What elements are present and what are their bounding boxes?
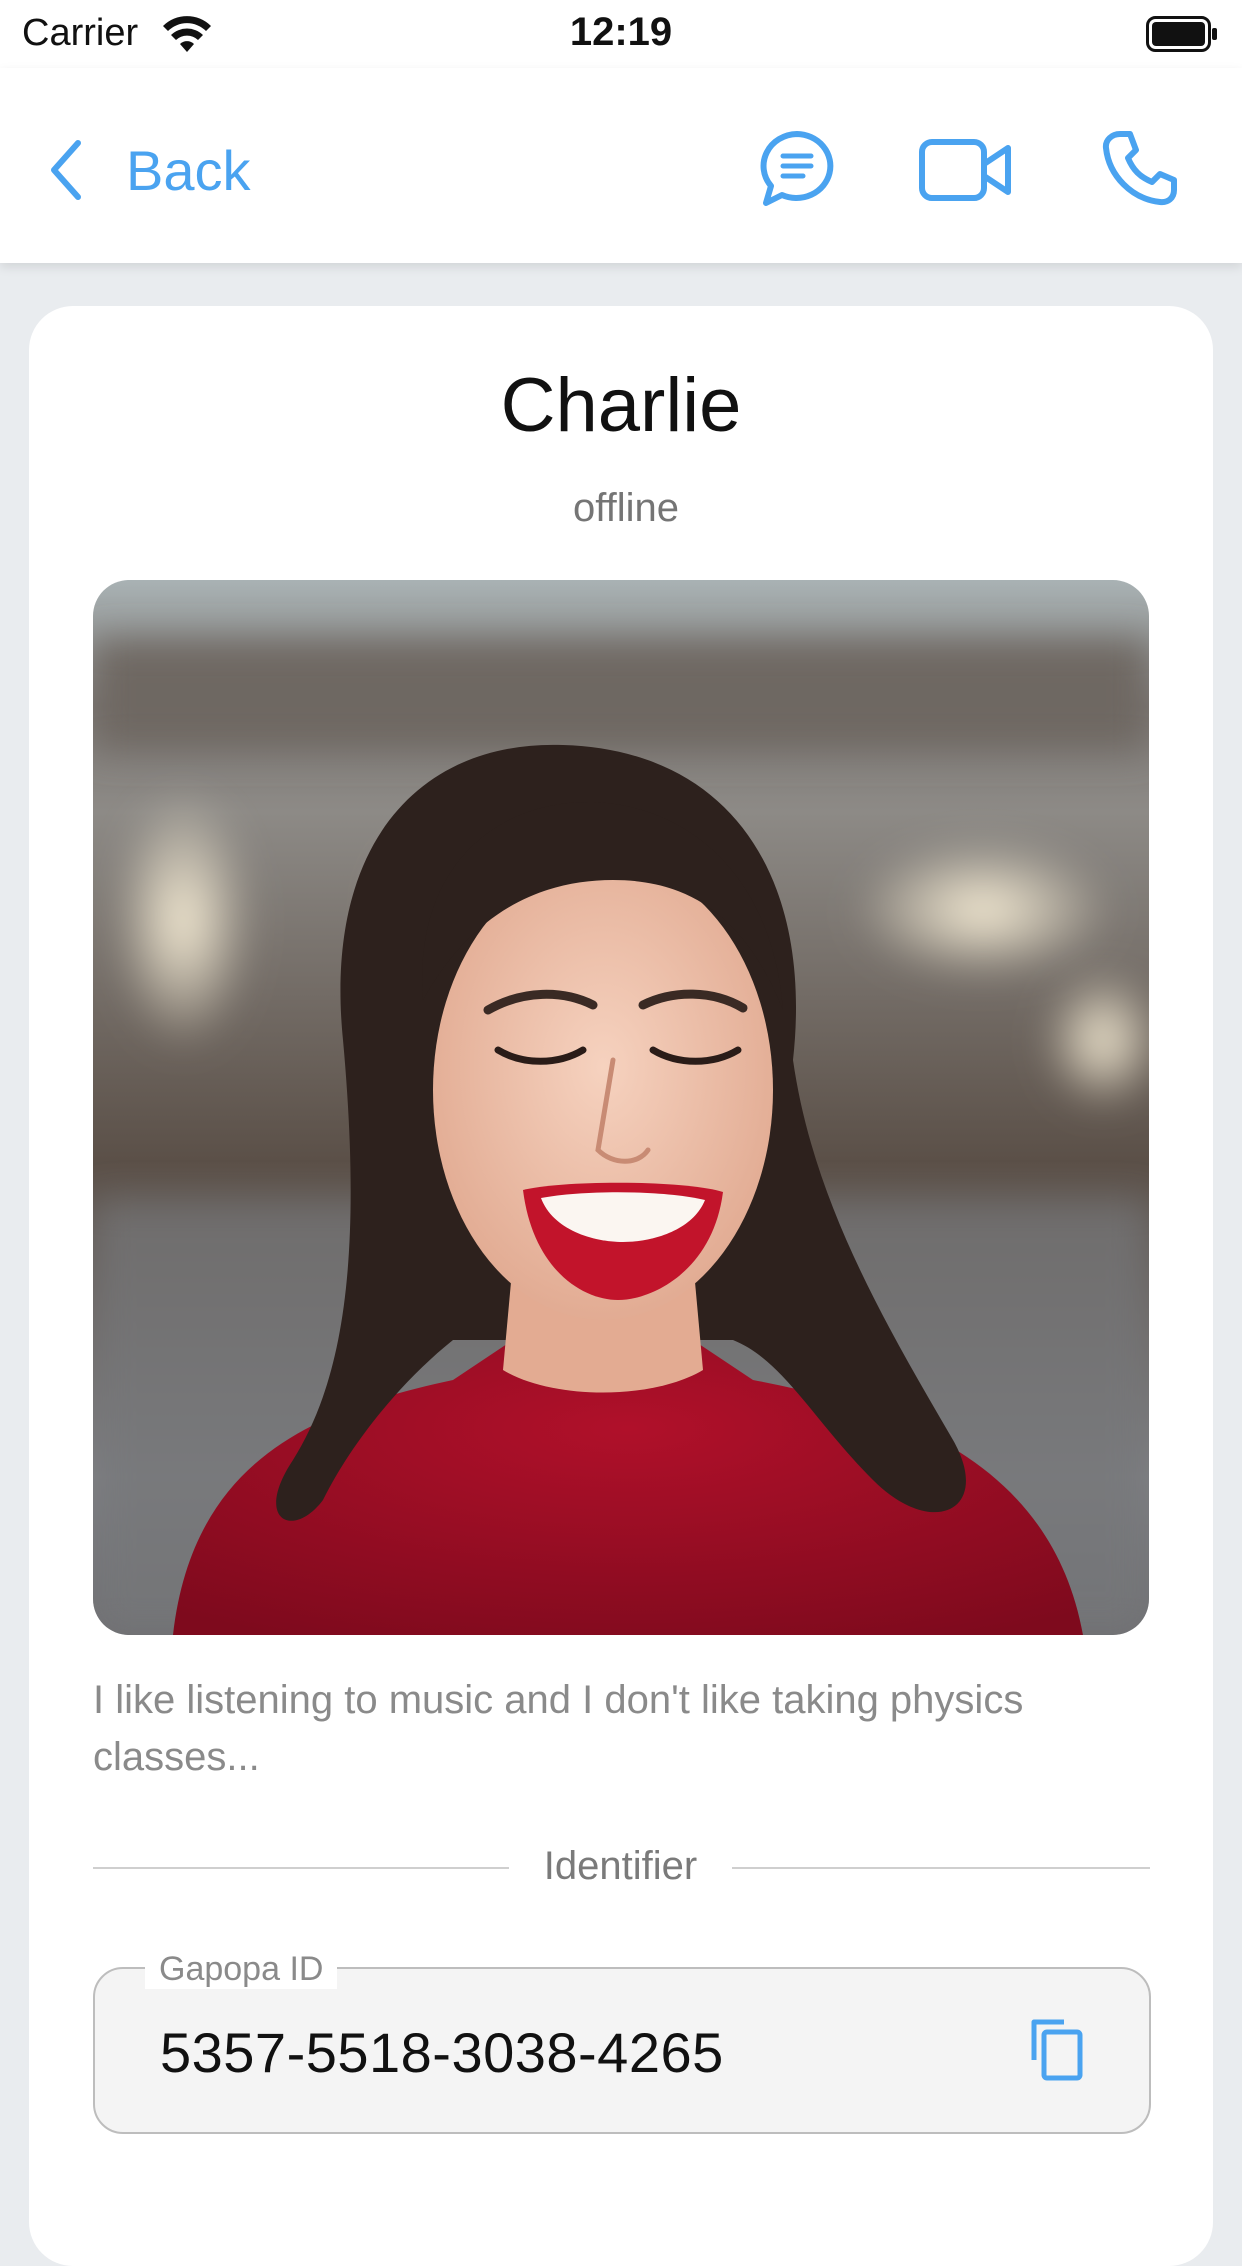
back-label: Back (126, 138, 251, 202)
divider-right (732, 1867, 1150, 1869)
chevron-left-icon (51, 140, 81, 200)
copy-icon[interactable] (1028, 2016, 1086, 2082)
profile-photo[interactable] (93, 580, 1149, 1635)
chat-icon[interactable] (756, 128, 838, 210)
bio-text: I like listening to music and I don't li… (93, 1678, 1024, 1779)
clock: 12:19 (569, 10, 673, 54)
status-bar: Carrier 12:19 (0, 0, 1242, 68)
profile-photo-illustration (93, 580, 1149, 1635)
phone-icon[interactable] (1100, 128, 1180, 208)
back-button[interactable]: Back (46, 130, 251, 210)
nav-bar: Back (0, 68, 1242, 263)
presence-status: offline (572, 486, 679, 530)
section-title: Identifier (543, 1844, 698, 1888)
video-call-icon[interactable] (918, 132, 1014, 208)
contact-name: Charlie (500, 363, 742, 448)
gapopa-id-value: 5357-5518-3038-4265 (160, 2021, 724, 2084)
gapopa-id-label: Gapopa ID (145, 1950, 338, 1989)
divider-left (93, 1867, 509, 1869)
battery-icon (1146, 16, 1217, 52)
